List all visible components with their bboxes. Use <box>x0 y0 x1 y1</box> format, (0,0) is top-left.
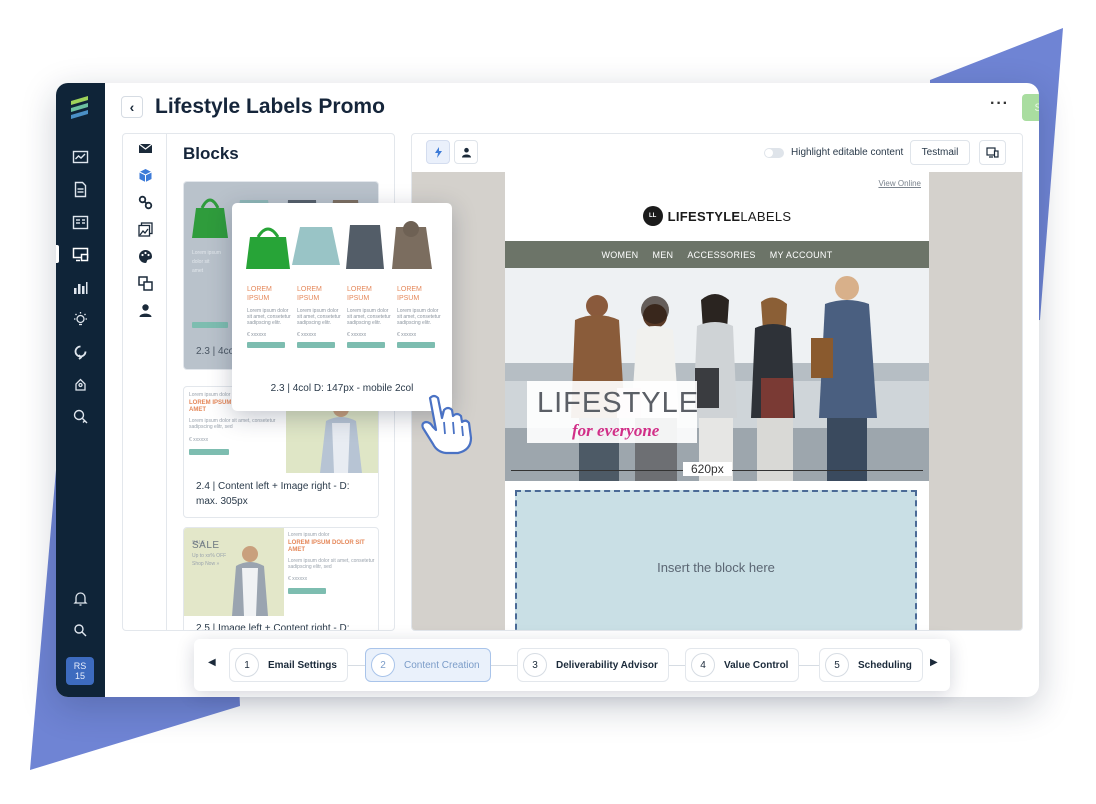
block-card-button-preview <box>192 322 228 328</box>
sale-subtext: Up to xx% OFF <box>192 553 227 559</box>
palette-icon[interactable] <box>137 248 153 264</box>
device-preview-button[interactable] <box>979 140 1006 165</box>
popup-product-3: LOREM IPSUM Lorem ipsum dolor sit amet, … <box>347 277 393 348</box>
images-icon[interactable] <box>137 221 153 237</box>
popup-product-4: LOREM IPSUM Lorem ipsum dolor sit amet, … <box>397 277 443 348</box>
block-preview-popup[interactable]: LOREM IPSUM Lorem ipsum dolor sit amet, … <box>232 203 452 411</box>
contacts-icon[interactable] <box>70 212 90 232</box>
step-value-control[interactable]: 4 Value Control <box>685 648 800 682</box>
highlight-label: Highlight editable content <box>791 147 904 158</box>
popup-product-2: LOREM IPSUM Lorem ipsum dolor sit amet, … <box>297 277 343 348</box>
avatar-number: 15 <box>74 671 85 681</box>
highlight-toggle[interactable] <box>764 148 784 158</box>
step-label: Deliverability Advisor <box>556 659 658 671</box>
step-label: Content Creation <box>404 659 480 671</box>
lightning-icon <box>434 146 442 158</box>
step-number: 4 <box>691 653 715 677</box>
editor-toolbar: Highlight editable content Testmail <box>412 134 1022 172</box>
sync-icon[interactable] <box>70 341 90 361</box>
notifications-bell-icon[interactable] <box>70 588 90 608</box>
block-drop-zone[interactable]: Insert the block here <box>515 490 917 630</box>
devices-icon <box>986 147 999 158</box>
block-card-text-preview: Lorem ipsum dolor LOREM IPSUM DOLOR SIT … <box>288 532 378 594</box>
email-nav-my-account[interactable]: MY ACCOUNT <box>770 250 833 260</box>
email-nav-bar: WOMEN MEN ACCESSORIES MY ACCOUNT <box>505 241 929 268</box>
blocks-cube-icon[interactable] <box>137 167 153 183</box>
stepper-next-icon[interactable]: ▶ <box>930 657 938 668</box>
hero-image[interactable]: LIFESTYLE for everyone <box>505 268 929 481</box>
page-title: Lifestyle Labels Promo <box>155 95 385 118</box>
step-connector <box>489 665 517 666</box>
hero-subtitle: for everyone <box>572 421 660 440</box>
campaigns-icon[interactable] <box>70 244 90 264</box>
testmail-button[interactable]: Testmail <box>910 140 970 165</box>
quick-edit-button[interactable] <box>426 140 450 164</box>
email-nav-women[interactable]: WOMEN <box>601 250 638 260</box>
step-number: 1 <box>235 653 259 677</box>
drop-zone-label: Insert the block here <box>657 560 775 575</box>
nav-rail: RS 15 <box>56 83 105 697</box>
step-number: 3 <box>523 653 547 677</box>
app-logo[interactable] <box>68 95 92 121</box>
view-online-link[interactable]: View Online <box>878 179 921 188</box>
email-canvas: View Online LL LIFESTYLELABELS WOMEN MEN… <box>412 172 1022 630</box>
search-key-icon[interactable] <box>70 406 90 426</box>
email-preview: View Online LL LIFESTYLELABELS WOMEN MEN… <box>505 172 929 630</box>
integrations-icon[interactable] <box>70 374 90 394</box>
user-icon <box>461 147 471 157</box>
sale-link: Shop Now » <box>192 561 220 567</box>
sale-heading: SALE <box>192 540 220 551</box>
popup-product-1: LOREM IPSUM Lorem ipsum dolor sit amet, … <box>247 277 293 348</box>
user-avatar[interactable]: RS 15 <box>66 657 94 685</box>
search-icon[interactable] <box>70 620 90 640</box>
app-window: RS 15 ‹ Lifestyle Labels Promo ··· Save <box>56 83 1039 697</box>
link-icon[interactable] <box>137 194 153 210</box>
step-number: 2 <box>371 653 395 677</box>
email-nav-accessories[interactable]: ACCESSORIES <box>687 250 755 260</box>
width-indicator-label: 620px <box>683 462 732 476</box>
block-card-image-left-content-right[interactable]: SALE SALE Up to xx% OFF Shop Now » Lorem… <box>183 527 379 631</box>
top-bar: ‹ Lifestyle Labels Promo ··· Save <box>105 83 1039 133</box>
step-label: Email Settings <box>268 659 337 671</box>
popup-product-images <box>246 221 432 269</box>
brand-name: LIFESTYLELABELS <box>667 208 792 224</box>
layers-icon[interactable] <box>137 275 153 291</box>
brand-logo[interactable]: LL LIFESTYLELABELS <box>505 206 929 226</box>
hero-title: LIFESTYLE <box>537 387 700 419</box>
step-label: Value Control <box>724 659 789 671</box>
document-icon[interactable] <box>70 179 90 199</box>
step-deliverability-advisor[interactable]: 3 Deliverability Advisor <box>517 648 669 682</box>
active-indicator <box>56 245 59 263</box>
idea-bulb-icon[interactable] <box>70 309 90 329</box>
workflow-stepper: ◀ 1 Email Settings 2 Content Creation 3 … <box>194 639 950 691</box>
step-email-settings[interactable]: 1 Email Settings <box>229 648 348 682</box>
more-options-button[interactable]: ··· <box>990 95 1009 113</box>
step-number: 5 <box>825 653 849 677</box>
back-button[interactable]: ‹ <box>121 96 143 118</box>
brand-mark-icon: LL <box>642 206 663 226</box>
user-icon[interactable] <box>137 302 153 318</box>
hand-pointer-icon <box>421 394 473 455</box>
save-button[interactable]: Save <box>1022 94 1039 121</box>
avatar-initials: RS <box>73 661 87 671</box>
step-content-creation[interactable]: 2 Content Creation <box>365 648 491 682</box>
blocks-title: Blocks <box>183 144 239 163</box>
email-nav-men[interactable]: MEN <box>652 250 673 260</box>
step-label: Scheduling <box>858 659 912 671</box>
personalization-button[interactable] <box>454 140 478 164</box>
email-editor: Highlight editable content Testmail View… <box>411 133 1023 631</box>
block-card-caption: 2.5 | Image left + Content right - D: ma… <box>196 623 350 631</box>
block-card-caption: 2.4 | Content left + Image right - D: ma… <box>196 481 350 507</box>
hero-text-box: LIFESTYLE for everyone <box>527 381 700 443</box>
dashboard-icon[interactable] <box>70 147 90 167</box>
step-scheduling[interactable]: 5 Scheduling <box>819 648 923 682</box>
block-category-list <box>123 134 167 630</box>
hero-photo-group <box>505 268 929 481</box>
analytics-icon[interactable] <box>70 277 90 297</box>
block-card-text-preview: Lorem ipsum dolor sit amet <box>192 250 221 274</box>
email-envelope-icon[interactable] <box>137 140 153 156</box>
stepper-prev-icon[interactable]: ◀ <box>208 657 216 668</box>
chevron-left-icon: ‹ <box>129 99 135 115</box>
